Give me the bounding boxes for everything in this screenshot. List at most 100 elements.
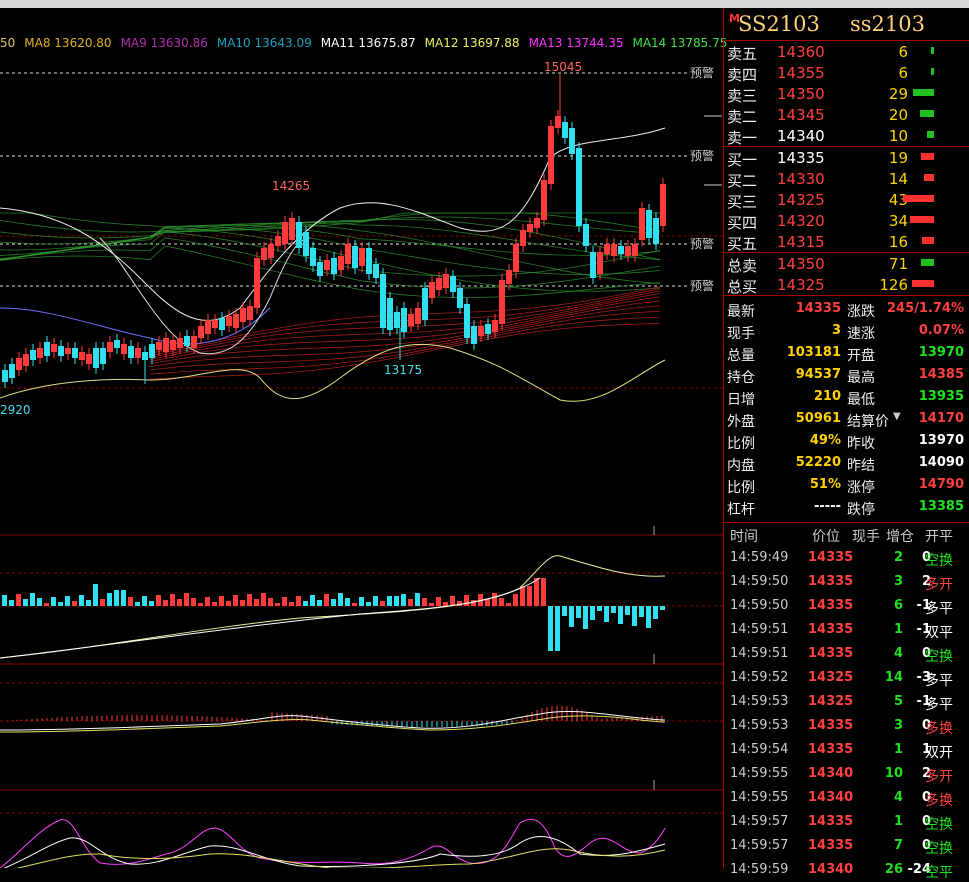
volume-bar <box>247 594 252 606</box>
candle-body <box>93 348 99 368</box>
order-level[interactable]: 买四 14320 34 <box>724 210 969 232</box>
tick-type: 多平 <box>925 697 953 713</box>
volume-bar <box>282 597 287 606</box>
tick-row[interactable]: 14:59:55 14340 4 0 多换 <box>724 785 969 809</box>
tick-volume: 26 <box>884 862 903 877</box>
kline-chart-area[interactable]: 15045 14265 13175 2920 预警 预警 预警 预警 50 MA8 13620.… <box>0 8 727 868</box>
tick-row[interactable]: 14:59:54 14335 1 1 双开 <box>724 737 969 761</box>
tick-time: 14:59:55 <box>730 790 789 805</box>
volume-bar <box>310 595 315 606</box>
level-volume: 10 <box>888 127 908 145</box>
volume-bar <box>401 594 406 606</box>
volume-bar <box>541 578 546 606</box>
stat-limit-down: 跌停 13385 <box>847 499 964 518</box>
stat-settle-est[interactable]: 结算价 ▼ 14170 <box>847 408 969 430</box>
volume-bar <box>625 606 630 615</box>
ma-legend-item: MA10 13643.09 <box>216 36 312 50</box>
candle-body <box>492 320 498 332</box>
candle-body <box>44 342 50 356</box>
symbol-title[interactable]: SS2103 <box>738 12 820 36</box>
candle-body <box>86 354 92 364</box>
candle-body <box>135 348 141 358</box>
order-level[interactable]: 卖一 14340 10 <box>724 125 969 147</box>
order-level[interactable]: 买三 14325 43 <box>724 189 969 211</box>
order-level[interactable]: 卖三 14350 29 <box>724 83 969 105</box>
volume-bar <box>576 606 581 618</box>
volume-bar <box>345 598 350 606</box>
candle-body <box>499 280 505 324</box>
order-level[interactable]: 买五 14315 16 <box>724 231 969 253</box>
volume-bar <box>16 594 21 606</box>
tick-row[interactable]: 14:59:59 14340 26 -24 空平 <box>724 857 969 881</box>
tick-row[interactable]: 14:59:57 14335 7 0 空换 <box>724 833 969 857</box>
candle-body <box>233 314 239 328</box>
candle-body <box>415 308 421 324</box>
stat-last: 最新 14335 <box>727 301 841 320</box>
candle-body <box>562 122 568 138</box>
tick-volume: 4 <box>893 646 903 661</box>
candle-body <box>212 320 218 328</box>
tick-price: 14335 <box>808 574 854 589</box>
volume-bar <box>303 601 308 606</box>
level-volume: 34 <box>888 212 908 230</box>
candle-body <box>506 270 512 284</box>
tick-row[interactable]: 14:59:53 14325 5 -1 多平 <box>724 689 969 713</box>
level-label: 买三 <box>727 193 758 211</box>
volume-bar <box>380 601 385 606</box>
tick-row[interactable]: 14:59:55 14340 10 2 多开 <box>724 761 969 785</box>
ma-legend-item: 50 <box>0 36 16 50</box>
volume-bar <box>121 590 126 606</box>
volume-bar <box>135 602 140 606</box>
volume-bar <box>429 603 434 606</box>
volume-bar <box>562 606 567 616</box>
tick-row[interactable]: 14:59:51 14335 1 -1 双平 <box>724 617 969 641</box>
tick-row[interactable]: 14:59:52 14325 14 -3 多平 <box>724 665 969 689</box>
tick-time: 14:59:52 <box>730 670 789 685</box>
candle-body <box>618 246 624 254</box>
level-volume: 71 <box>888 255 908 273</box>
tick-price: 14325 <box>808 670 854 685</box>
level-price: 14335 <box>777 149 825 167</box>
tick-row[interactable]: 14:59:51 14335 4 0 空换 <box>724 641 969 665</box>
candle-body <box>16 358 22 370</box>
tick-time: 14:59:53 <box>730 718 789 733</box>
tick-row[interactable]: 14:59:49 14335 2 0 空换 <box>724 545 969 569</box>
order-level[interactable]: 总买 14325 126 <box>724 274 969 296</box>
tick-list[interactable]: 14:59:49 14335 2 0 空换 14:59:50 14335 3 2 多开 14:59:… <box>724 545 969 881</box>
tick-row[interactable]: 14:59:50 14335 3 2 多开 <box>724 569 969 593</box>
stat-day-inc: 日增 210 <box>727 389 841 408</box>
candle-body <box>345 244 351 264</box>
volume-bar <box>219 596 224 606</box>
tick-row[interactable]: 14:59:57 14335 1 0 空换 <box>724 809 969 833</box>
ma-line <box>99 237 311 355</box>
level-price: 14340 <box>777 127 825 145</box>
volume-bar <box>408 599 413 606</box>
order-level[interactable]: 卖二 14345 20 <box>724 104 969 126</box>
tick-type: 空换 <box>925 817 953 833</box>
order-level[interactable]: 买二 14330 14 <box>724 168 969 190</box>
volume-bar <box>100 599 105 606</box>
order-level[interactable]: 总卖 14350 71 <box>724 253 969 275</box>
ma-legend-item: MA9 13630.86 <box>120 36 208 50</box>
chart-canvas[interactable]: 1504514265131752920预警预警预警预警 <box>0 8 723 868</box>
label-high: 15045 <box>544 60 582 74</box>
tick-time: 14:59:49 <box>730 550 789 565</box>
ma-ribbon-green <box>0 223 661 284</box>
ma-legend-item: MA12 13697.88 <box>424 36 520 50</box>
order-level[interactable]: 卖五 14360 6 <box>724 41 969 63</box>
ma-legend-item: MA11 13675.87 <box>320 36 416 50</box>
level-volume: 6 <box>898 64 908 82</box>
volume-bar <box>142 596 147 606</box>
volume-bar <box>534 578 539 606</box>
tick-row[interactable]: 14:59:50 14335 6 -1 多平 <box>724 593 969 617</box>
tick-row[interactable]: 14:59:53 14335 3 0 多换 <box>724 713 969 737</box>
tick-price: 14335 <box>808 622 854 637</box>
alert-label: 预警 <box>690 278 714 293</box>
level-price: 14315 <box>777 233 825 251</box>
level-label: 买五 <box>727 235 758 253</box>
order-level[interactable]: 买一 14335 19 <box>724 147 969 169</box>
volume-bar <box>184 593 189 606</box>
candle-body <box>478 326 484 336</box>
dropdown-triangle-icon[interactable]: ▼ <box>893 411 901 422</box>
order-level[interactable]: 卖四 14355 6 <box>724 62 969 84</box>
